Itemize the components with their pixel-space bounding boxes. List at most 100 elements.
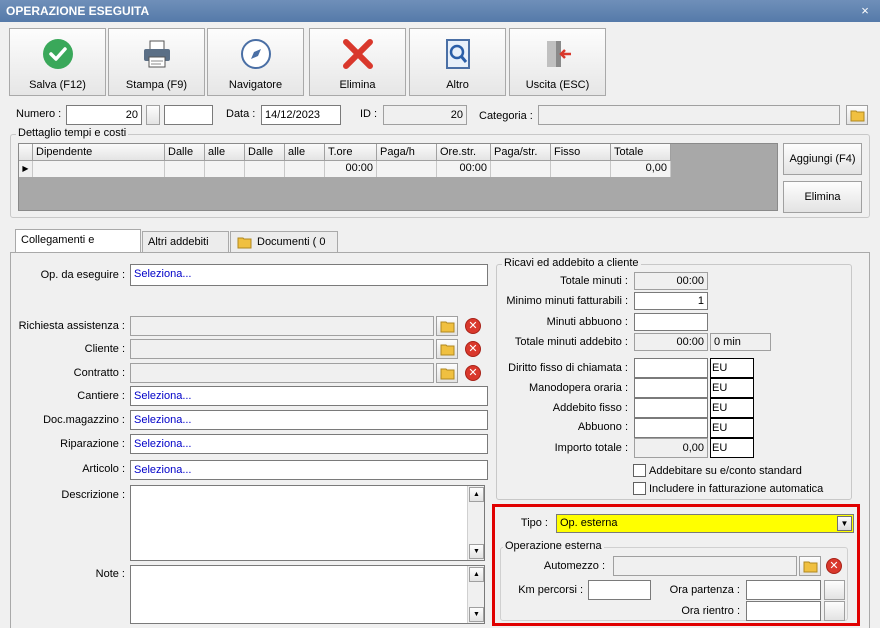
automezzo-folder-button[interactable] <box>799 556 821 576</box>
save-button[interactable]: Salva (F12) <box>9 28 106 96</box>
km-input[interactable] <box>588 580 651 600</box>
addebitare-label: Addebitare su e/conto standard <box>649 465 802 477</box>
ora-partenza-button[interactable] <box>824 580 845 600</box>
docmag-select[interactable]: Seleziona... <box>130 410 488 430</box>
navigator-button[interactable]: Navigatore <box>207 28 304 96</box>
ora-partenza-label: Ora partenza : <box>669 584 740 596</box>
richiesta-clear-button[interactable]: ✕ <box>462 316 484 336</box>
cell-fisso[interactable] <box>551 161 611 177</box>
cell-paga-str[interactable] <box>491 161 551 177</box>
tipo-select[interactable]: Op. esterna ▼ <box>556 514 854 533</box>
scroll-up-icon[interactable]: ▲ <box>469 487 484 502</box>
col-alle-2: alle <box>285 144 325 161</box>
dettaglio-grid[interactable]: Dipendente Dalle alle Dalle alle T.ore P… <box>18 143 778 211</box>
tab-documenti[interactable]: Documenti ( 0 ) <box>230 231 338 268</box>
cell-totale[interactable]: 0,00 <box>611 161 671 177</box>
op-select[interactable]: Seleziona... <box>130 264 488 286</box>
scroll-up-icon[interactable]: ▲ <box>469 567 484 582</box>
delete-button[interactable]: Elimina <box>309 28 406 96</box>
contratto-folder-button[interactable] <box>436 363 458 383</box>
ora-rientro-input[interactable] <box>746 601 821 621</box>
cantiere-label: Cantiere : <box>77 390 125 402</box>
abbuono-currency[interactable]: EU <box>710 418 754 438</box>
descrizione-textarea[interactable]: ▲ ▼ <box>130 485 485 561</box>
col-alle: alle <box>205 144 245 161</box>
diritto-currency[interactable]: EU <box>710 358 754 378</box>
cliente-clear-button[interactable]: ✕ <box>462 339 484 359</box>
scroll-down-icon[interactable]: ▼ <box>469 544 484 559</box>
cell-tore[interactable]: 00:00 <box>325 161 377 177</box>
main-window: OPERAZIONE ESEGUITA × Salva (F12) Stampa… <box>0 0 880 628</box>
ricavi-title: Ricavi ed addebito a cliente <box>502 257 641 269</box>
window-title: OPERAZIONE ESEGUITA <box>6 4 150 18</box>
delete-x-icon <box>341 37 375 71</box>
title-bar: OPERAZIONE ESEGUITA <box>0 0 880 22</box>
cell-dalle[interactable] <box>165 161 205 177</box>
note-scrollbar[interactable]: ▲ ▼ <box>467 566 484 623</box>
date-input[interactable]: 14/12/2023 <box>261 105 341 125</box>
tab-altri-addebiti[interactable]: Altri addebiti (0) <box>142 231 229 268</box>
add-row-button[interactable]: Aggiungi (F4) <box>783 143 862 175</box>
totale-addebito-min: 0 min <box>710 333 771 351</box>
folder-icon <box>440 368 455 380</box>
more-button-label: Altro <box>446 79 469 91</box>
more-button[interactable]: Altro <box>409 28 506 96</box>
navigator-button-label: Navigatore <box>228 79 283 91</box>
ora-partenza-input[interactable] <box>746 580 821 600</box>
automezzo-clear-button[interactable]: ✕ <box>823 556 845 576</box>
numero-picker-button[interactable] <box>146 105 160 125</box>
col-fisso: Fisso <box>551 144 611 161</box>
numero-suffix-input[interactable] <box>164 105 213 125</box>
numero-input[interactable]: 20 <box>66 105 142 125</box>
col-tore: T.ore <box>325 144 377 161</box>
diritto-label: Diritto fisso di chiamata : <box>508 362 628 374</box>
categoria-folder-button[interactable] <box>846 105 868 125</box>
delete-row-button[interactable]: Elimina <box>783 181 862 213</box>
cantiere-select[interactable]: Seleziona... <box>130 386 488 406</box>
richiesta-folder-button[interactable] <box>436 316 458 336</box>
contratto-field <box>130 363 434 383</box>
cell-dipendente[interactable] <box>33 161 165 177</box>
id-field: 20 <box>383 105 467 125</box>
folder-icon <box>803 561 818 573</box>
cell-alle[interactable] <box>205 161 245 177</box>
cell-ore-str[interactable]: 00:00 <box>437 161 491 177</box>
addebito-currency[interactable]: EU <box>710 398 754 418</box>
cell-dalle-2[interactable] <box>245 161 285 177</box>
fatturazione-checkbox[interactable] <box>633 482 646 495</box>
cell-paga-h[interactable] <box>377 161 437 177</box>
cliente-label: Cliente : <box>84 343 125 355</box>
richiesta-label: Richiesta assistenza : <box>18 320 125 332</box>
note-label: Note : <box>95 568 125 580</box>
addebito-input[interactable] <box>634 398 708 418</box>
manodopera-input[interactable] <box>634 378 708 398</box>
minimo-input[interactable]: 1 <box>634 292 708 310</box>
cell-alle-2[interactable] <box>285 161 325 177</box>
diritto-input[interactable] <box>634 358 708 378</box>
riparazione-select[interactable]: Seleziona... <box>130 434 488 454</box>
compass-icon <box>239 37 273 71</box>
abbuono-input[interactable] <box>634 418 708 438</box>
contratto-clear-button[interactable]: ✕ <box>462 363 484 383</box>
note-textarea[interactable]: ▲ ▼ <box>130 565 485 624</box>
manodopera-currency[interactable]: EU <box>710 378 754 398</box>
check-icon <box>41 37 75 71</box>
print-button[interactable]: Stampa (F9) <box>108 28 205 96</box>
exit-button[interactable]: Uscita (ESC) <box>509 28 606 96</box>
dettaglio-title: Dettaglio tempi e costi <box>16 127 129 139</box>
articolo-select[interactable]: Seleziona... <box>130 460 488 480</box>
close-icon[interactable]: × <box>858 0 872 22</box>
importo-currency[interactable]: EU <box>710 438 754 458</box>
folder-icon <box>440 321 455 333</box>
automezzo-field <box>613 556 797 576</box>
scroll-down-icon[interactable]: ▼ <box>469 607 484 622</box>
cliente-folder-button[interactable] <box>436 339 458 359</box>
descrizione-label: Descrizione : <box>61 489 125 501</box>
chevron-down-icon[interactable]: ▼ <box>837 516 852 531</box>
tab-collegamenti[interactable]: Collegamenti e addebiti <box>15 229 141 266</box>
abbuono-min-input[interactable] <box>634 313 708 331</box>
ora-rientro-button[interactable] <box>824 601 845 621</box>
ora-rientro-label: Ora rientro : <box>681 605 740 617</box>
addebitare-checkbox[interactable] <box>633 464 646 477</box>
descrizione-scrollbar[interactable]: ▲ ▼ <box>467 486 484 560</box>
